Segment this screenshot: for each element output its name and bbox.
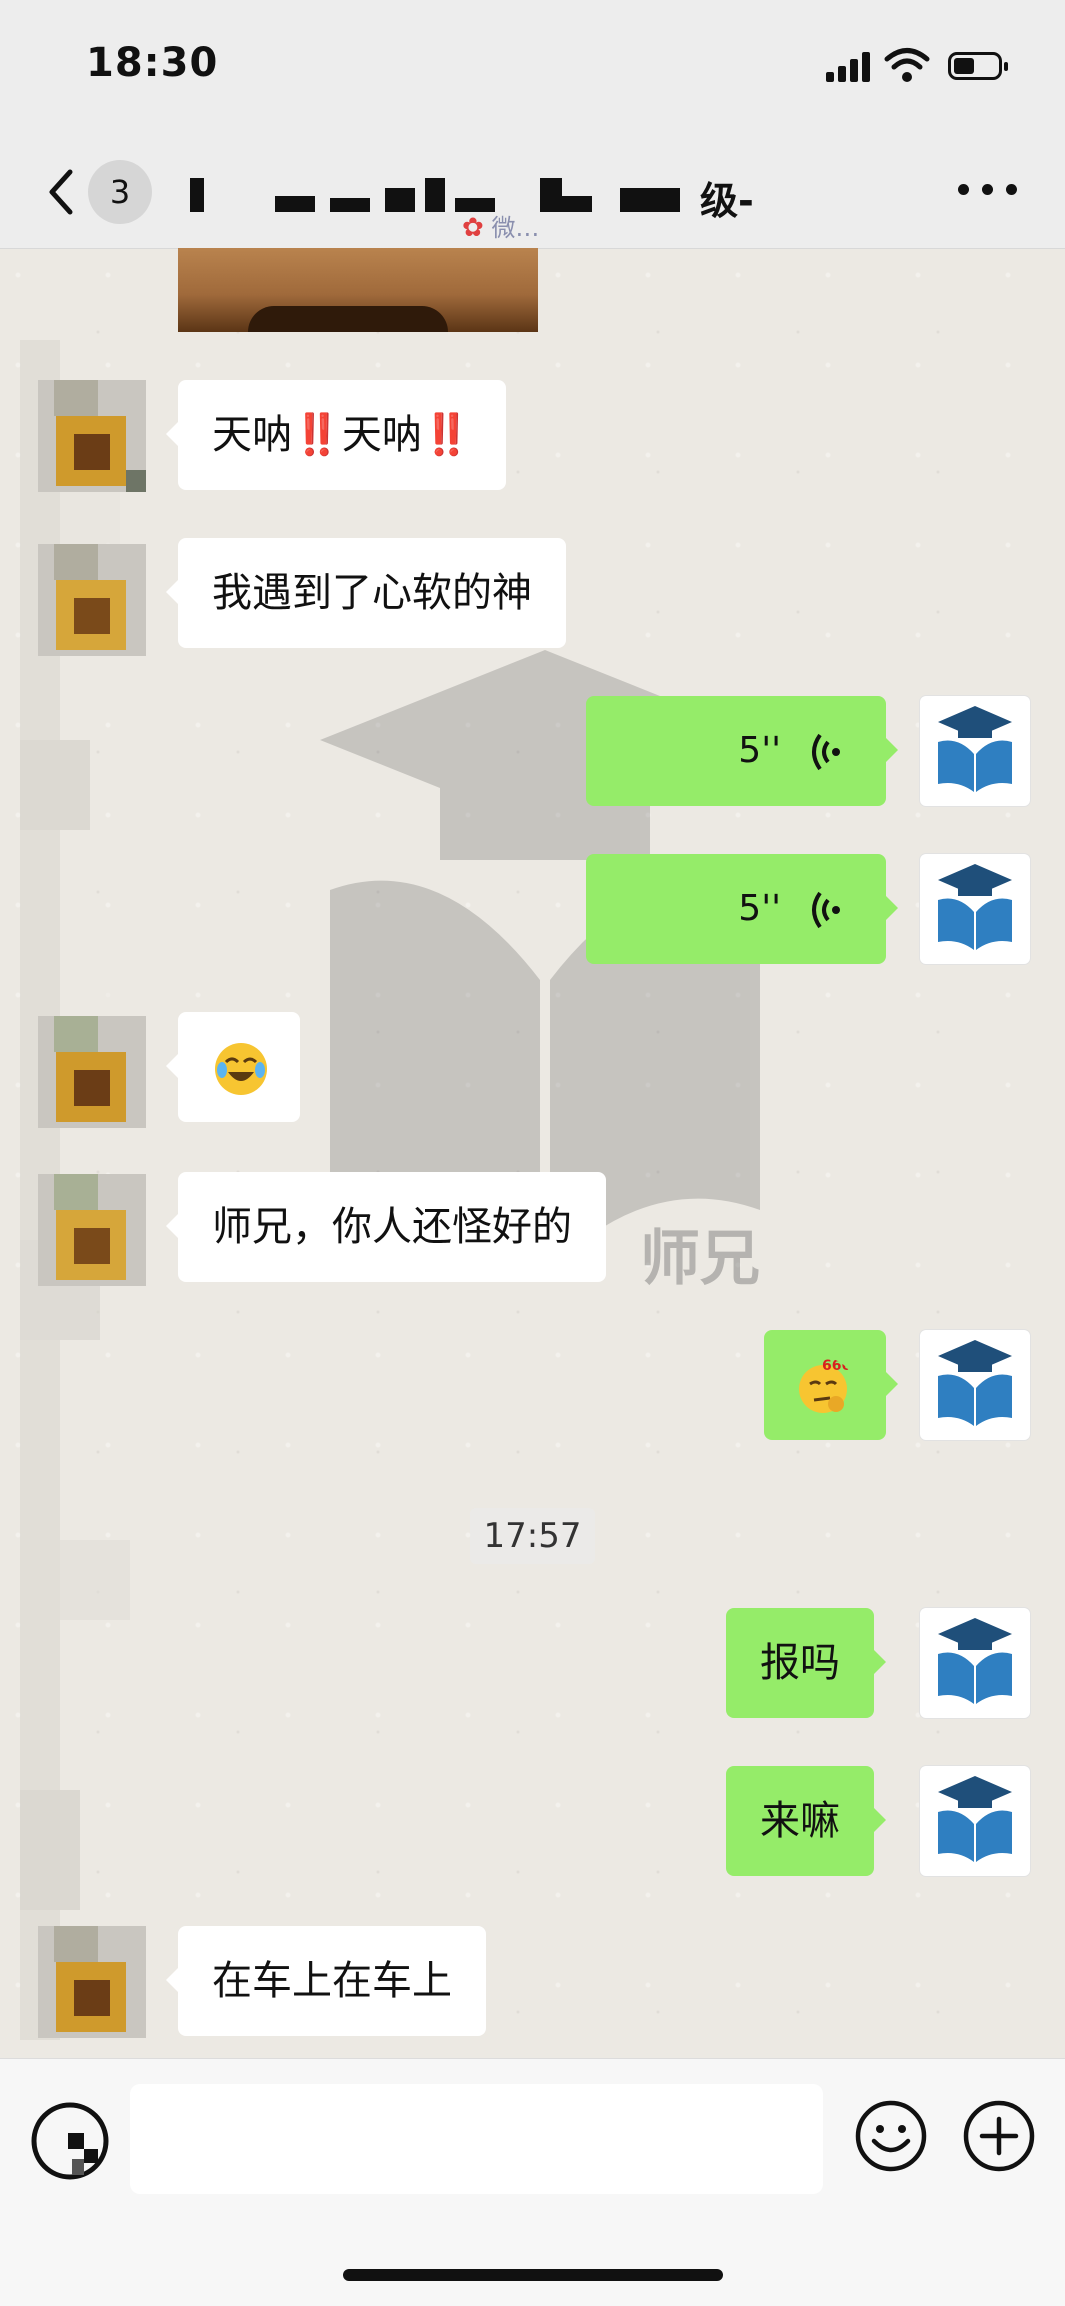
voice-message-outgoing[interactable]: 5'' <box>586 696 898 806</box>
voice-wave-icon <box>812 733 840 771</box>
my-avatar-logo[interactable] <box>920 1330 1030 1440</box>
contact-avatar[interactable] <box>38 544 146 656</box>
chat-timestamp: 17:57 <box>470 1508 595 1564</box>
crying-laughing-emoji <box>215 1043 267 1095</box>
message-text: 在车上在车上 <box>212 1958 452 2004</box>
voice-wave-icon <box>812 891 840 929</box>
my-avatar-logo[interactable] <box>920 1766 1030 1876</box>
cellular-signal-icon <box>826 52 870 82</box>
education-logo-icon <box>938 1776 1012 1862</box>
emoji-message-outgoing[interactable]: 666 <box>764 1330 898 1440</box>
contact-avatar[interactable] <box>38 380 146 492</box>
voice-duration: 5'' <box>738 730 781 771</box>
contact-avatar[interactable] <box>38 1926 146 2038</box>
message-input[interactable] <box>130 2084 823 2194</box>
message-bubble-incoming[interactable]: 师兄，你人还怪好的 <box>166 1172 606 1282</box>
message-bubble-incoming[interactable]: 天呐‼️天呐‼️ <box>166 380 506 490</box>
more-options-icon[interactable] <box>958 184 1018 200</box>
overlapping-text: ✿ 微… <box>462 213 540 243</box>
status-time: 18:30 <box>86 40 219 86</box>
education-logo-icon <box>938 864 1012 950</box>
home-indicator <box>343 2269 723 2281</box>
message-bubble-outgoing[interactable]: 来嘛 <box>726 1766 886 1876</box>
image-message-partial[interactable] <box>178 248 538 332</box>
message-bubble-outgoing[interactable]: 报吗 <box>726 1608 886 1718</box>
contact-avatar[interactable] <box>38 1174 146 1286</box>
666-thinking-emoji: 666 <box>799 1358 851 1413</box>
battery-icon <box>948 52 1008 80</box>
emoji-picker-icon[interactable] <box>854 2099 928 2173</box>
my-avatar-logo[interactable] <box>920 854 1030 964</box>
contact-avatar[interactable] <box>38 1016 146 1128</box>
message-text: 报吗 <box>760 1640 840 1686</box>
message-text: 天呐 <box>341 412 422 458</box>
my-avatar-logo[interactable] <box>920 696 1030 806</box>
voice-message-outgoing[interactable]: 5'' <box>586 854 898 964</box>
watermark-text: 师兄 <box>640 1224 760 1294</box>
message-bubble-incoming[interactable]: 我遇到了心软的神 <box>166 538 566 648</box>
unread-count-badge[interactable]: 3 <box>88 160 152 224</box>
wifi-icon <box>884 48 930 82</box>
emoji-message-incoming[interactable] <box>166 1012 300 1122</box>
message-text: 来嘛 <box>760 1798 840 1844</box>
double-exclamation-emoji: ‼️ <box>421 412 472 458</box>
education-logo-icon <box>938 1618 1012 1704</box>
add-more-icon[interactable] <box>962 2099 1036 2173</box>
message-text: 师兄，你人还怪好的 <box>212 1204 572 1250</box>
double-exclamation-emoji: ‼️ <box>292 412 342 458</box>
message-text: 我遇到了心软的神 <box>212 570 532 616</box>
back-chevron-icon[interactable] <box>40 160 80 220</box>
education-logo-icon <box>938 1340 1012 1426</box>
voice-duration: 5'' <box>738 888 781 929</box>
message-bubble-incoming[interactable]: 在车上在车上 <box>166 1926 486 2036</box>
message-text: 天呐 <box>212 412 292 458</box>
emoji-666-text: 666 <box>822 1358 851 1374</box>
chat-title-visible-text: 级- <box>700 179 754 220</box>
voice-input-icon[interactable] <box>28 2099 112 2183</box>
my-avatar-logo[interactable] <box>920 1608 1030 1718</box>
status-bar: 18:30 <box>0 0 1065 140</box>
education-logo-icon <box>938 706 1012 792</box>
